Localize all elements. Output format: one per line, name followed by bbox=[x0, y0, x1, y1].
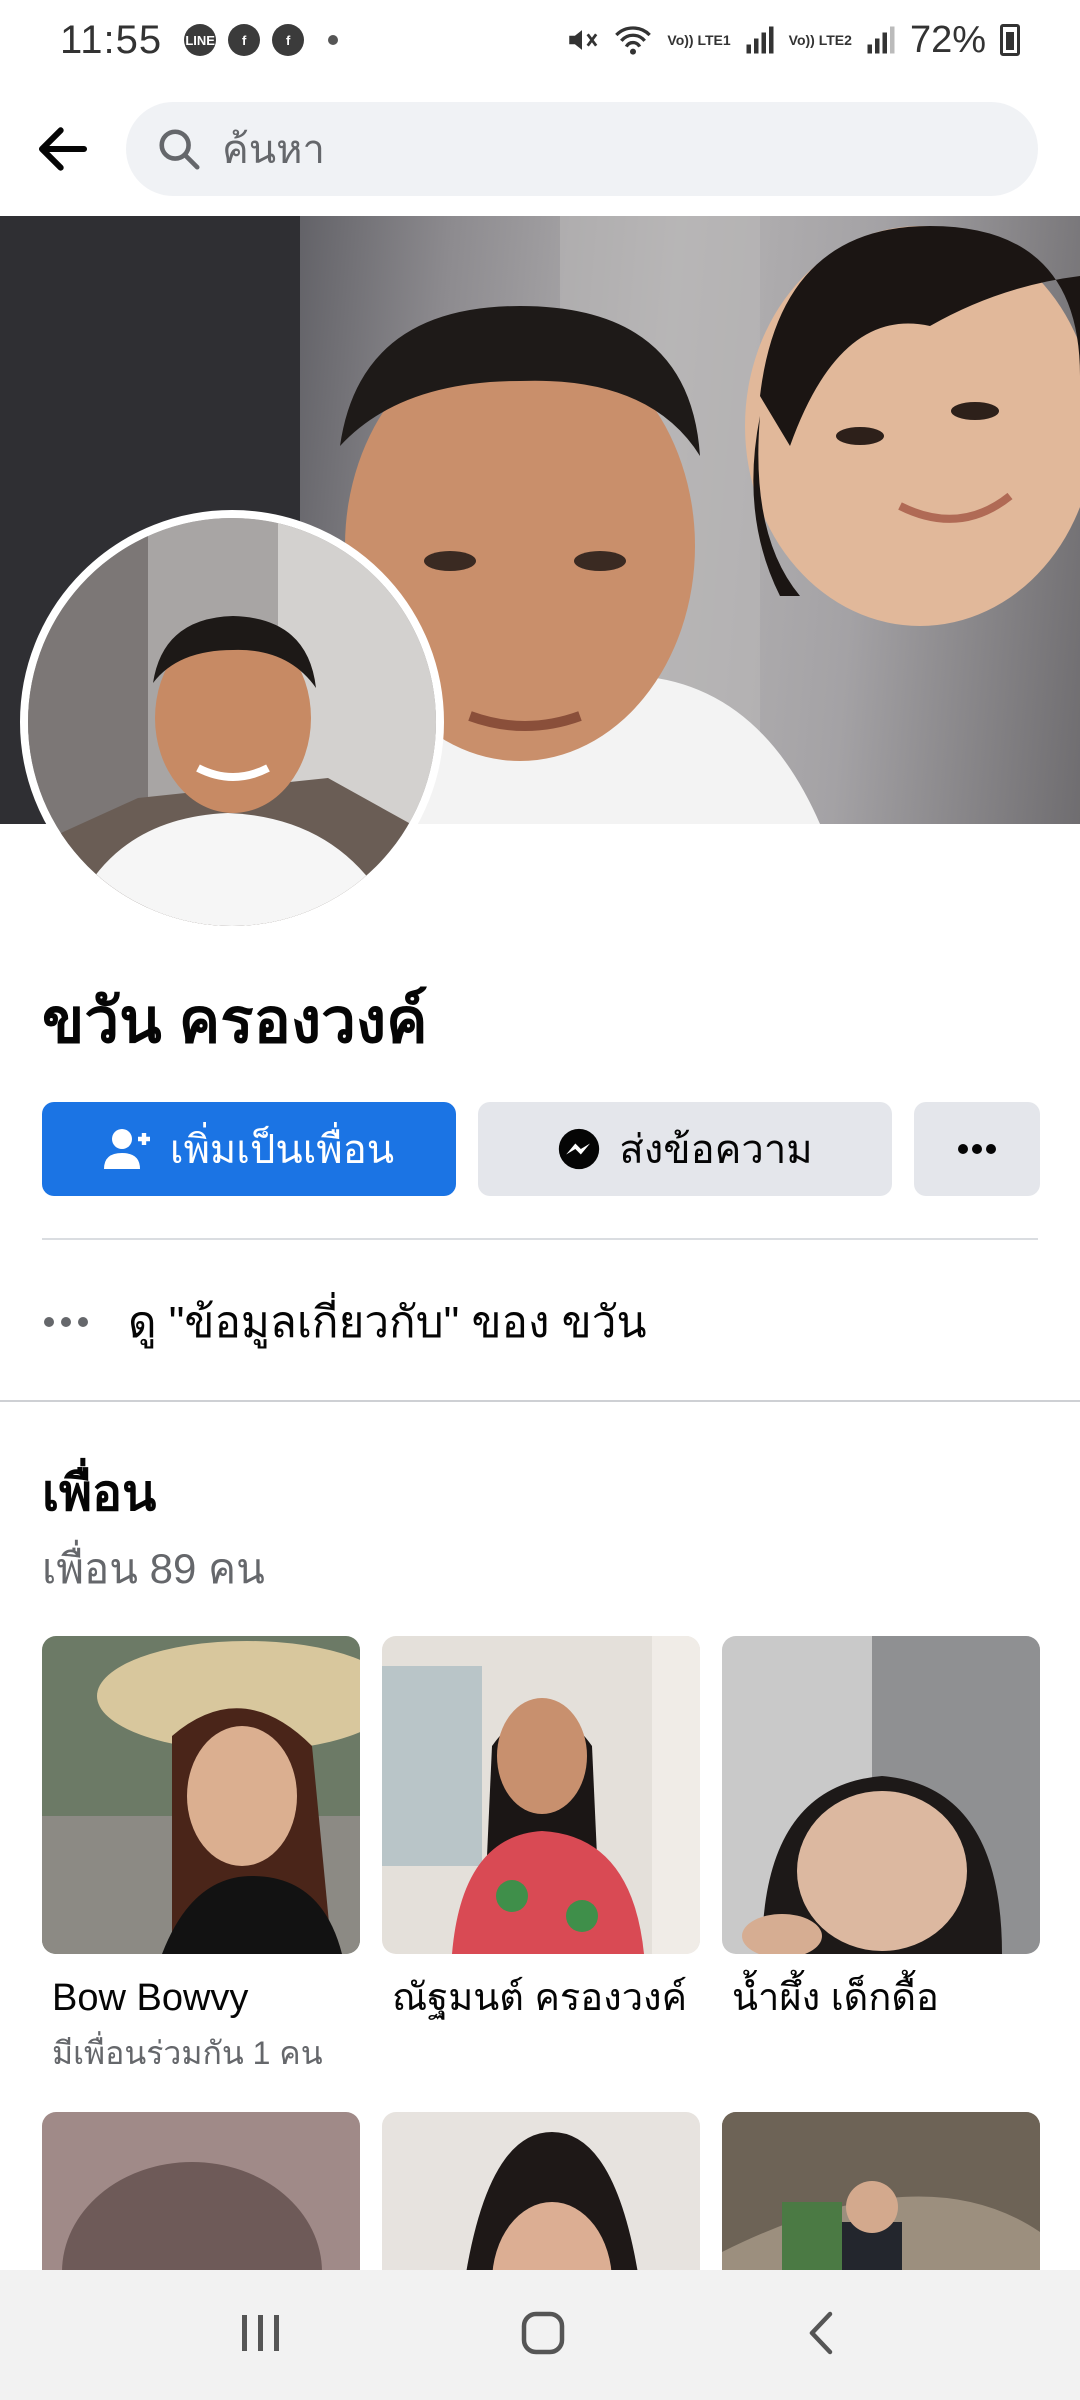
recent-apps-button[interactable] bbox=[236, 2311, 286, 2360]
back-nav-button[interactable] bbox=[800, 2308, 844, 2363]
more-dots-icon bbox=[44, 1317, 88, 1327]
section-divider bbox=[0, 1400, 1080, 1402]
facebook-icon: f bbox=[272, 24, 305, 56]
network-1-label: Vo)) LTE1 bbox=[667, 32, 731, 48]
profile-avatar[interactable] bbox=[20, 510, 444, 934]
friend-photo-image bbox=[722, 1636, 1040, 1954]
friend-photo[interactable] bbox=[42, 1636, 360, 1954]
system-nav-bar bbox=[0, 2270, 1080, 2400]
home-icon bbox=[521, 2311, 565, 2354]
more-notifications-dot-icon bbox=[328, 35, 339, 45]
friends-section-title: เพื่อน bbox=[42, 1465, 157, 1521]
battery-percent: 72% bbox=[909, 18, 986, 61]
friend-photo[interactable] bbox=[382, 1636, 700, 1954]
profile-name: ขวัน ครองวงค์ bbox=[42, 987, 428, 1056]
more-options-button[interactable] bbox=[914, 1102, 1040, 1196]
friend-name[interactable]: น้ำผึ้ง เด็กดื้อ bbox=[722, 1974, 1040, 2022]
search-placeholder: ค้นหา bbox=[222, 128, 325, 172]
friend-name[interactable]: ณัฐมนต์ ครองวงค์ bbox=[382, 1974, 700, 2022]
top-header: ค้นหา bbox=[0, 96, 1080, 202]
add-friend-button[interactable]: เพิ่มเป็นเพื่อน bbox=[42, 1102, 456, 1196]
friend-photo-image bbox=[382, 1636, 700, 1954]
signal-icon bbox=[746, 26, 774, 54]
network-2-label: Vo)) LTE2 bbox=[788, 32, 852, 48]
friends-count: เพื่อน 89 คน bbox=[42, 1545, 265, 1592]
more-icon bbox=[958, 1144, 996, 1154]
back-button[interactable] bbox=[30, 116, 96, 182]
profile-actions: เพิ่มเป็นเพื่อน ส่งข้อความ bbox=[42, 1102, 1040, 1196]
message-button[interactable]: ส่งข้อความ bbox=[478, 1102, 892, 1196]
friend-photo[interactable] bbox=[722, 1636, 1040, 1954]
friend-card[interactable]: ณัฐมนต์ ครองวงค์ bbox=[382, 1636, 700, 2022]
message-label: ส่งข้อความ bbox=[619, 1128, 813, 1172]
facebook-icon: f bbox=[228, 24, 261, 56]
messenger-icon bbox=[559, 1128, 600, 1170]
signal-icon bbox=[867, 26, 895, 54]
about-text: ดู "ข้อมูลเกี่ยวกับ" ของ ขวัน bbox=[128, 1298, 647, 1347]
battery-icon bbox=[1000, 24, 1020, 56]
search-input[interactable]: ค้นหา bbox=[126, 102, 1038, 196]
friend-card[interactable]: น้ำผึ้ง เด็กดื้อ bbox=[722, 1636, 1040, 2022]
avatar-image bbox=[28, 518, 436, 926]
friend-name[interactable]: Bow Bowvy bbox=[42, 1974, 360, 2022]
recent-apps-icon bbox=[242, 2314, 279, 2351]
home-button[interactable] bbox=[518, 2308, 568, 2363]
divider bbox=[42, 1238, 1038, 1240]
back-chevron-icon bbox=[809, 2311, 833, 2354]
mute-icon bbox=[569, 30, 598, 50]
friend-card[interactable]: Bow Bowvy มีเพื่อนร่วมกัน 1 คน bbox=[42, 1636, 360, 2079]
back-arrow-icon bbox=[38, 127, 88, 171]
status-bar: 11:55 LINE f f Vo)) LTE1 Vo)) LTE2 72% bbox=[0, 0, 1080, 80]
mutual-friends: มีเพื่อนร่วมกัน 1 คน bbox=[52, 2035, 323, 2071]
search-icon bbox=[159, 129, 200, 170]
friend-photo-image bbox=[42, 1636, 360, 1954]
see-about-link[interactable]: ดู "ข้อมูลเกี่ยวกับ" ของ ขวัน bbox=[42, 1282, 647, 1362]
add-friend-label: เพิ่มเป็นเพื่อน bbox=[169, 1128, 395, 1172]
add-friend-icon bbox=[103, 1129, 150, 1169]
system-icons: Vo)) LTE1 Vo)) LTE2 72% bbox=[565, 19, 1020, 62]
status-time: 11:55 bbox=[60, 17, 163, 62]
line-icon: LINE bbox=[184, 24, 217, 56]
notification-icons: LINE f f bbox=[184, 24, 339, 56]
wifi-icon bbox=[615, 26, 652, 55]
